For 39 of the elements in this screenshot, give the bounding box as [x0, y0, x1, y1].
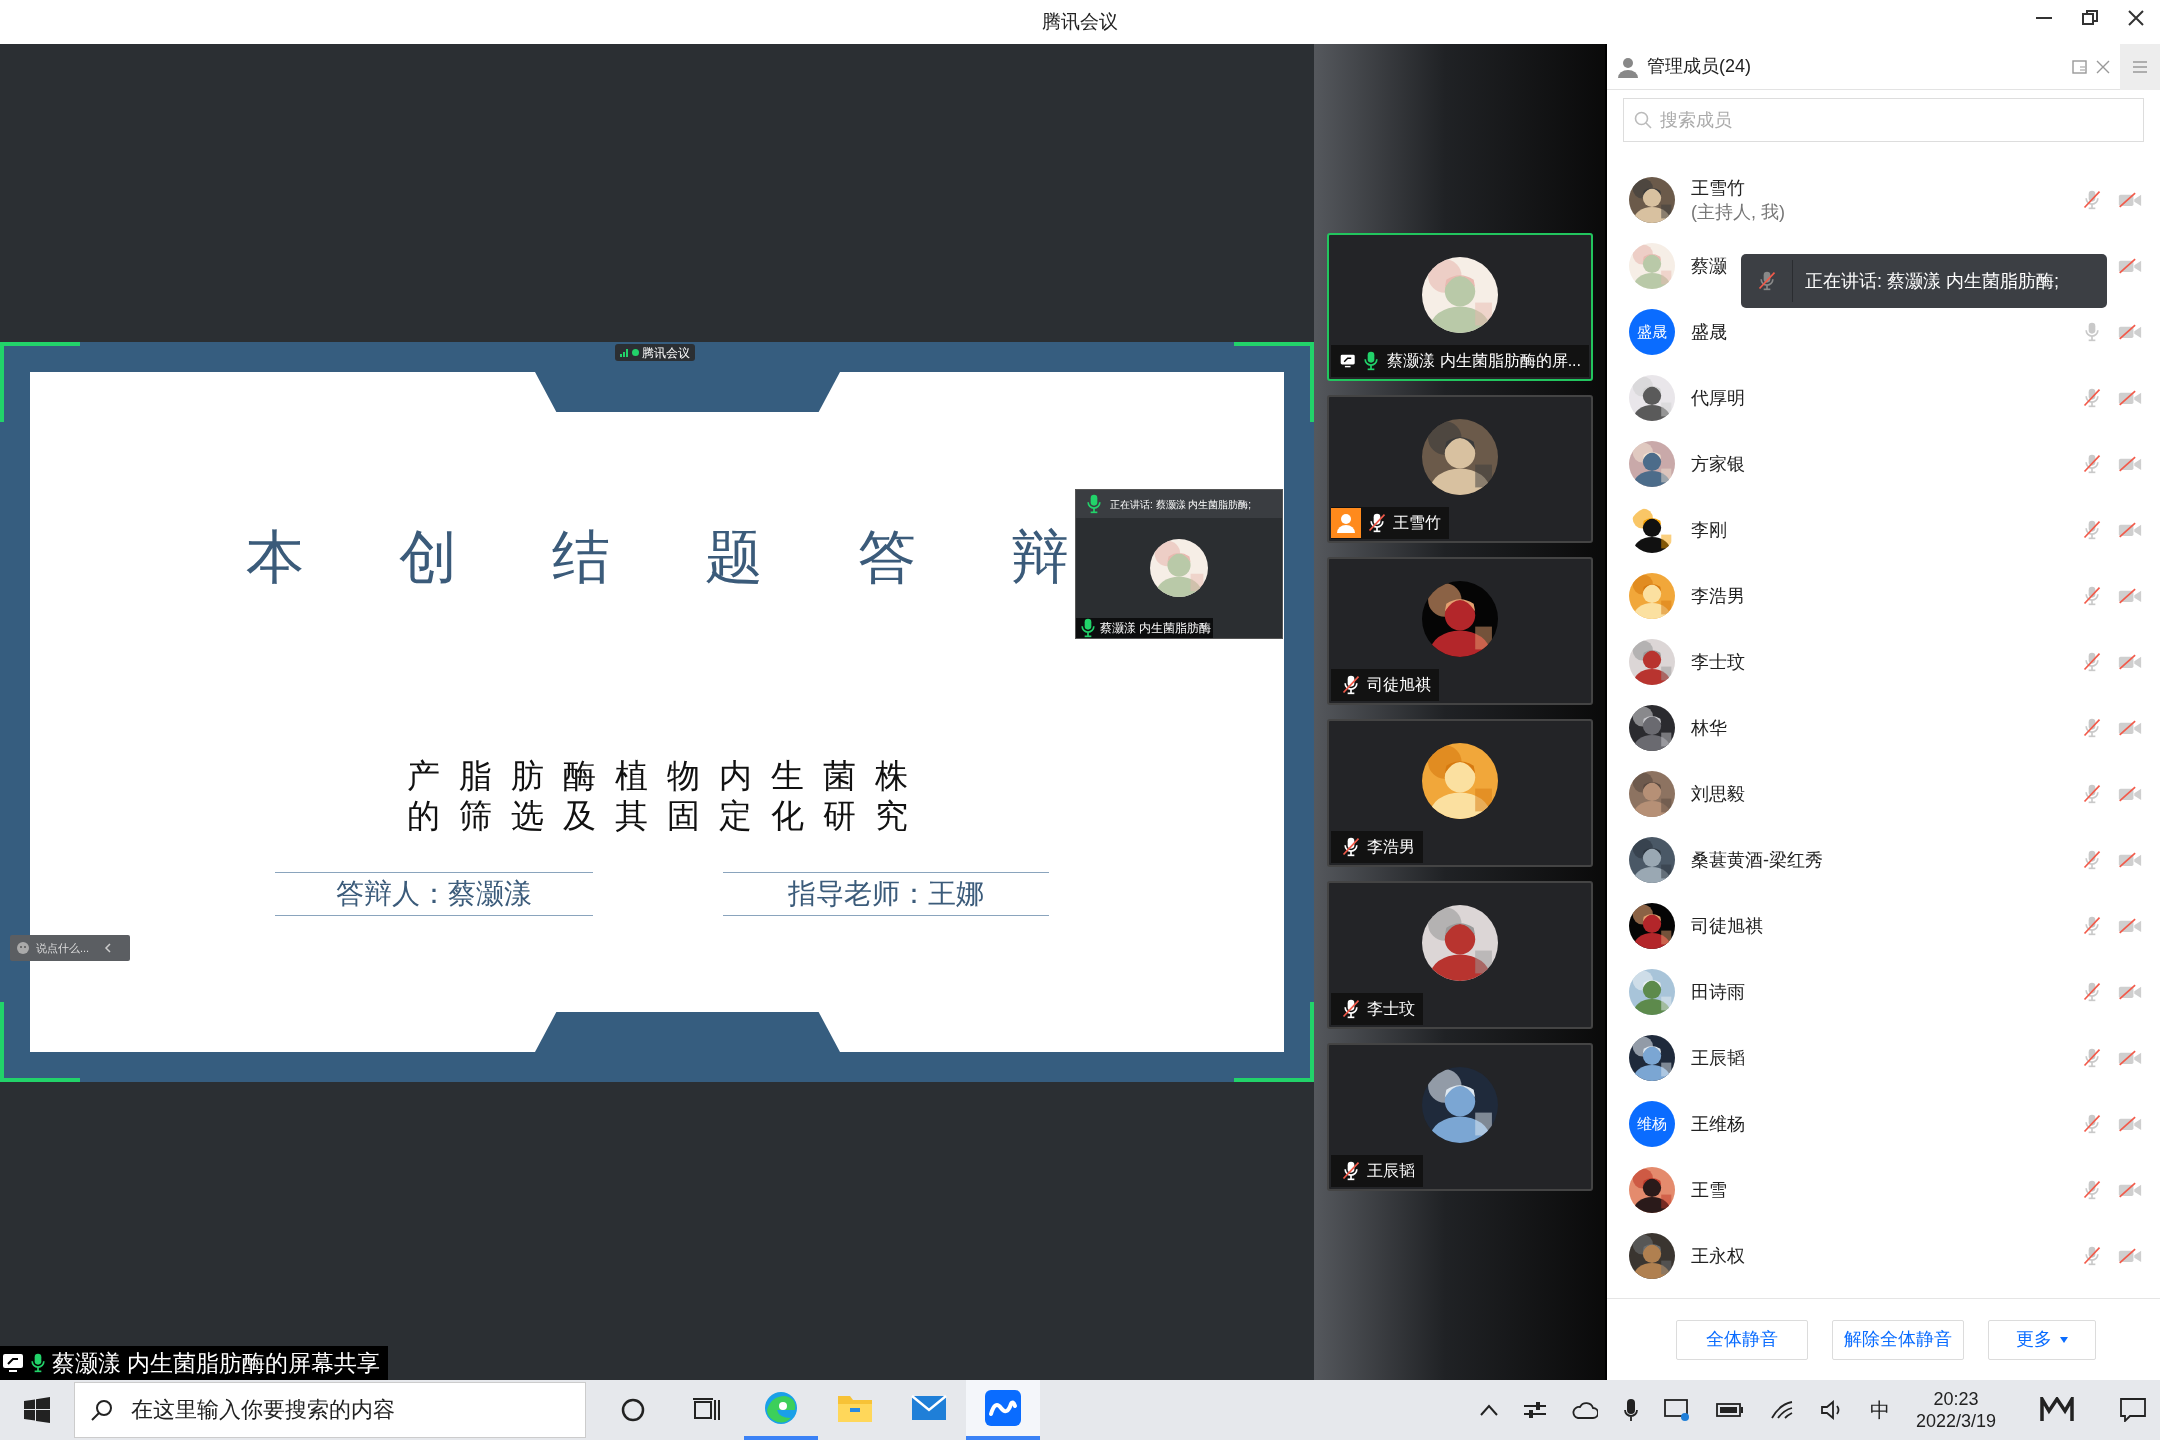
app-tag-text: 腾讯会议	[642, 346, 690, 359]
member-name: 盛晟	[1691, 321, 1727, 344]
share-label-text: 蔡灏漾 内生菌脂肪酶的屏幕共享	[52, 1348, 381, 1378]
member-name: 王永权	[1691, 1245, 1745, 1268]
presenter-label: 答辩人：蔡灏漾	[275, 872, 593, 916]
speaking-text: 正在讲话: 蔡灏漾 内生菌脂肪酶;	[1110, 497, 1252, 512]
member-name: 桑葚黄酒-梁红秀	[1691, 849, 1823, 872]
panel-title: 管理成员(24)	[1647, 55, 1751, 78]
member-name: 林华	[1691, 717, 1727, 740]
member-name: 司徒旭祺	[1691, 915, 1763, 938]
participant-name: 蔡灏漾 内生菌脂肪酶的屏...	[1387, 351, 1581, 371]
member-name: 王雪	[1691, 1179, 1727, 1202]
participant-name: 李浩男	[1367, 837, 1415, 857]
clock-date: 2022/3/19	[1915, 1410, 1996, 1432]
member-name: 王维杨	[1691, 1113, 1745, 1136]
participant-name: 蔡灏漾 内生菌脂肪酶	[1100, 620, 1212, 637]
clock-time: 20:23	[1933, 1388, 1979, 1410]
member-name: 李士玟	[1691, 651, 1745, 674]
member-name: 李浩男	[1691, 585, 1745, 608]
member-name: 刘思毅	[1691, 783, 1745, 806]
member-name: 李刚	[1691, 519, 1727, 542]
participant-name: 王雪竹	[1393, 513, 1441, 533]
participant-name: 司徒旭祺	[1367, 675, 1431, 695]
member-name: 田诗雨	[1691, 981, 1745, 1004]
member-name: 王辰韬	[1691, 1047, 1745, 1070]
slide-subtitle: 的筛选及其固定化研究	[406, 796, 927, 836]
avatar-initials: 维杨	[1629, 1101, 1675, 1147]
member-name: 代厚明	[1691, 387, 1745, 410]
avatar-initials: 盛晟	[1629, 309, 1675, 355]
member-name: 蔡灏	[1691, 255, 1727, 278]
advisor-label: 指导老师：王娜	[723, 872, 1049, 916]
slide-subtitle: 产脂肪酶植物内生菌株	[406, 756, 927, 796]
member-name: 王雪竹	[1691, 177, 1746, 200]
member-role: (主持人, 我)	[1691, 201, 1785, 224]
participant-name: 李士玟	[1367, 999, 1415, 1019]
member-name: 方家银	[1691, 453, 1745, 476]
tooltip-text: 正在讲话: 蔡灏漾 内生菌脂肪酶;	[1805, 269, 2059, 293]
participant-name: 王辰韬	[1367, 1161, 1415, 1181]
window-title: 腾讯会议	[1042, 9, 1118, 34]
